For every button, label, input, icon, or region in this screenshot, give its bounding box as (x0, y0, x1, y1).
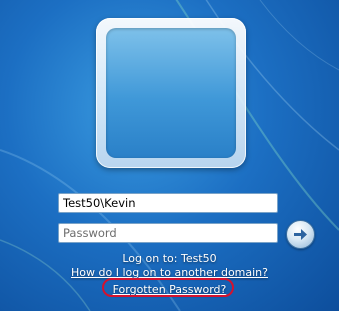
username-field[interactable] (58, 193, 278, 213)
forgot-password-link[interactable]: Forgotten Password? (0, 283, 339, 296)
arrow-right-icon (294, 229, 307, 240)
user-avatar-frame (96, 18, 246, 168)
logon-to-label: Log on to: Test50 (122, 252, 217, 265)
password-field[interactable] (58, 223, 278, 243)
go-button[interactable] (286, 220, 315, 249)
other-domain-link[interactable]: How do I log on to another domain? (0, 266, 339, 279)
user-avatar-picture (106, 28, 236, 158)
